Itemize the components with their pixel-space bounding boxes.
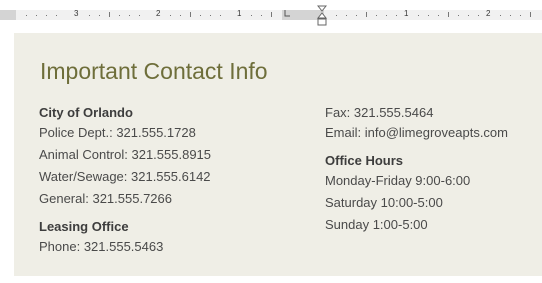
contact-line: General: 321.555.7266 [39,191,172,206]
document-page[interactable]: Important Contact Info City of Orlando P… [14,33,542,276]
ruler-tick [190,12,191,17]
ruler-tick [261,15,262,16]
ruler-tick [530,12,531,17]
contact-line: Police Dept.: 321.555.1728 [39,125,196,140]
ruler-tick [251,15,252,16]
ruler-tick [396,15,397,16]
ruler-tick [356,15,357,16]
section-title-office-hours: Office Hours [325,153,404,168]
ruler-tick [119,15,120,16]
ruler-tick [109,12,110,17]
ruler-tick [139,15,140,16]
ruler-tick [478,15,479,16]
hours-line: Saturday 10:00-5:00 [325,195,443,210]
contact-line: Phone: 321.555.5463 [39,239,164,254]
ruler-tick [220,15,221,16]
ruler-tick [336,15,337,16]
ruler-number: 3 [74,9,79,18]
ruler-tick [346,15,347,16]
ruler-tick [376,15,377,16]
ruler-tick [89,15,90,16]
right-column: Fax: 321.555.5464 Email: info@limegrovea… [325,103,508,236]
tab-stop-marker[interactable] [284,10,290,17]
indent-marker-icon[interactable] [317,5,327,27]
ruler-tick [36,15,37,16]
ruler-tick [200,15,201,16]
ruler-tick [510,15,511,16]
ruler-tick [56,15,57,16]
document-heading: Important Contact Info [40,58,268,84]
ruler-tick [500,15,501,16]
ruler-number: 1 [237,9,242,18]
ruler-tick [438,15,439,16]
ruler-tick [418,15,419,16]
ruler-number: 2 [486,9,491,18]
left-column: City of Orlando Police Dept.: 321.555.17… [39,103,211,258]
ruler-margin-left [0,10,16,20]
ruler-tick [468,15,469,16]
contact-line: Email: info@limegroveapts.com [325,125,508,140]
ruler-number: 2 [156,9,161,18]
ruler-tick [129,15,130,16]
ruler-tick [386,15,387,16]
ruler-tick [271,12,272,17]
ruler-tick [26,15,27,16]
section-title-city: City of Orlando [39,105,133,120]
hours-line: Monday-Friday 9:00-6:00 [325,173,471,188]
horizontal-ruler[interactable]: 3 2 1 1 2 [0,0,542,26]
ruler-tick [520,15,521,16]
ruler-tick [99,15,100,16]
ruler-tick [428,15,429,16]
ruler-tick [46,15,47,16]
ruler-tick [170,15,171,16]
contact-line: Fax: 321.555.5464 [325,105,434,120]
ruler-tick [448,12,449,17]
ruler-tick [180,15,181,16]
ruler-tick [366,12,367,17]
ruler-tick [210,15,211,16]
ruler-tick [458,15,459,16]
contact-line: Animal Control: 321.555.8915 [39,147,212,162]
contact-line: Water/Sewage: 321.555.6142 [39,169,211,184]
section-title-leasing: Leasing Office [39,219,129,234]
hours-line: Sunday 1:00-5:00 [325,217,428,232]
ruler-number: 1 [404,9,409,18]
